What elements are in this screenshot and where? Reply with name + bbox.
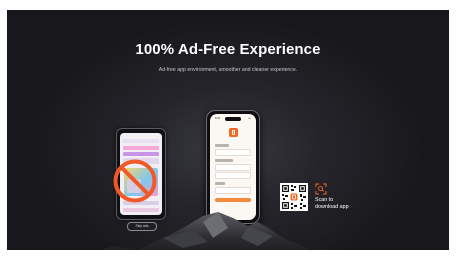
- status-time: 9:41: [215, 117, 221, 120]
- hero-subtitle: Ad-free app environment, smoother and cl…: [158, 67, 298, 73]
- form-label-1: [215, 144, 229, 147]
- app-logo-icon: [229, 128, 238, 137]
- page-frame: 100% Ad-Free Experience Ad-free app envi…: [0, 0, 456, 257]
- form-field-3: [215, 172, 251, 179]
- form-label-3: [215, 182, 225, 185]
- scan-icon: [315, 183, 327, 195]
- form-field-1: [215, 149, 251, 156]
- scan-caption-line2: download app: [315, 204, 349, 210]
- form-submit-bar: [215, 198, 251, 202]
- scan-caption: Scan to download app: [315, 197, 349, 211]
- rock-pedestal: [101, 212, 311, 250]
- phone-notch: [225, 117, 241, 121]
- app-phone-mockup: 9:41 •••: [206, 110, 260, 224]
- ad-banner-pink: [123, 146, 159, 150]
- ad-banner-purple: [123, 152, 159, 156]
- hero-section: 100% Ad-Free Experience Ad-free app envi…: [7, 10, 449, 250]
- app-phone-screen: 9:41 •••: [210, 114, 256, 220]
- ad-header-bar: [123, 139, 159, 143]
- qr-code[interactable]: [280, 183, 308, 211]
- form-label-2: [215, 159, 233, 162]
- scan-caption-line1: Scan to: [315, 197, 334, 203]
- no-ads-icon: [113, 159, 157, 203]
- form-field-2: [215, 164, 251, 171]
- status-icons: •••: [248, 117, 251, 120]
- hero-title: 100% Ad-Free Experience: [135, 41, 321, 58]
- form-field-4: [215, 187, 251, 194]
